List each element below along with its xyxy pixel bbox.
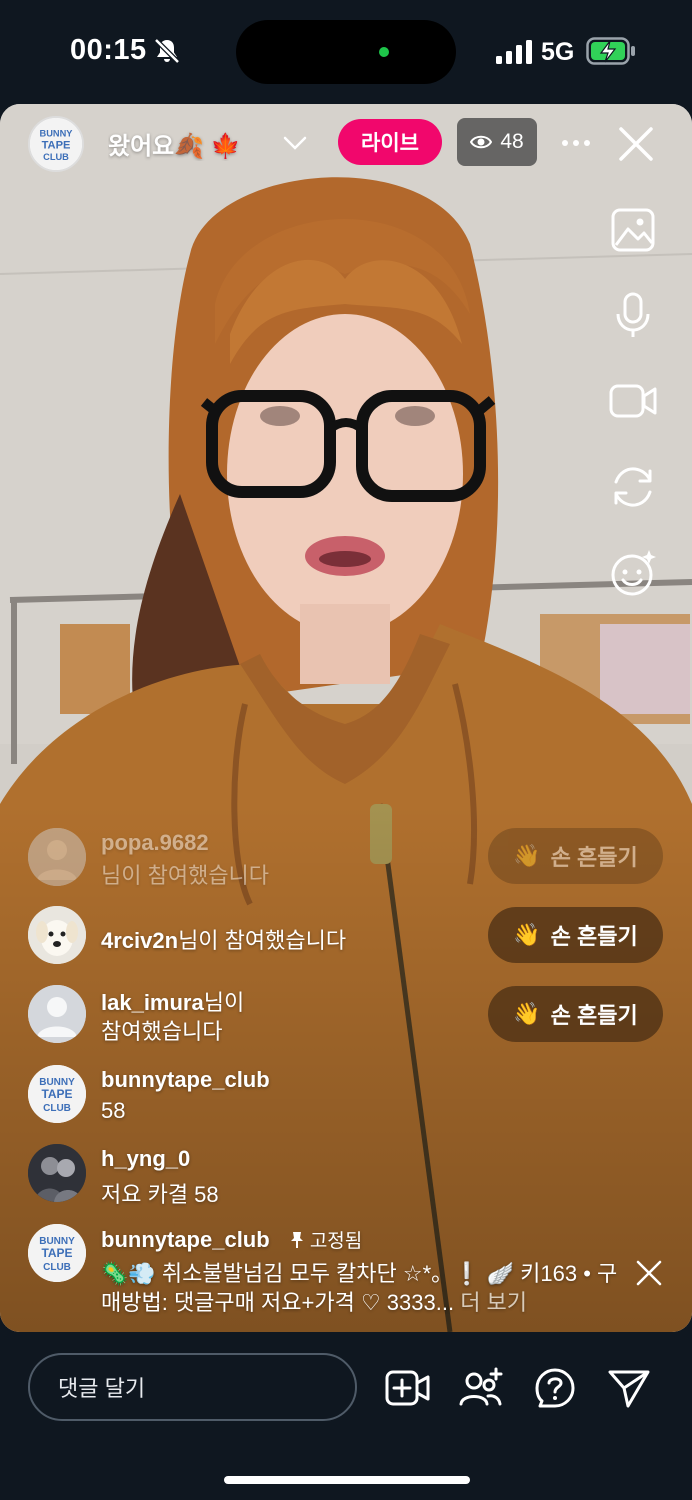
battery-charging-icon [586, 37, 635, 65]
comment-text: 🦠💨 취소불발넘김 모두 칼차단 ☆*。❕ 🪽 키163 • 구 [101, 1261, 618, 1286]
pin-icon [290, 1232, 303, 1248]
home-indicator[interactable] [224, 1476, 470, 1484]
close-icon[interactable] [616, 124, 656, 164]
comment-item: BUNNY TAPE CLUB bunnytape_club 58 [28, 1065, 498, 1125]
comment-username: bunnytape_club 고정됨 [101, 1226, 362, 1253]
dynamic-island [236, 20, 456, 84]
share-send-icon[interactable] [606, 1366, 652, 1410]
comment-username-text[interactable]: lak_imura [101, 990, 204, 1015]
comment-input-placeholder: 댓글 달기 [58, 1376, 146, 1401]
comment-username[interactable]: h_yng_0 [101, 1146, 190, 1172]
comment-username: 4rciv2n님이 참여했습니다 [101, 923, 346, 955]
comment-input[interactable]: 댓글 달기 [28, 1353, 357, 1421]
video-camera-icon[interactable] [608, 376, 658, 426]
bunny-tape-club-logo: BUNNY TAPE CLUB [30, 118, 82, 170]
comment-username: lak_imura님이 [101, 985, 244, 1017]
flip-camera-icon[interactable] [608, 462, 658, 512]
wave-button[interactable]: 👋 손 흔들기 [488, 828, 663, 884]
wave-button[interactable]: 👋 손 흔들기 [488, 986, 663, 1042]
wave-button-label: 손 흔들기 [550, 1003, 638, 1028]
comment-item: lak_imura님이 참여했습니다 [28, 985, 498, 1045]
pinned-tag: 고정됨 [284, 1231, 362, 1252]
more-options-icon[interactable] [560, 128, 592, 158]
avatar[interactable]: BUNNY TAPE CLUB [28, 1224, 86, 1282]
avatar[interactable]: BUNNY TAPE CLUB [28, 1065, 86, 1123]
avatar[interactable] [28, 906, 86, 964]
bell-muted-icon [154, 38, 180, 64]
gallery-icon[interactable] [608, 205, 658, 255]
comment-text: 님이 참여했습니다 [178, 928, 347, 953]
photo-avatar-icon [28, 1144, 86, 1202]
puppy-avatar-icon [28, 906, 86, 964]
default-avatar-icon [28, 985, 86, 1043]
comment-text-line2: 매방법: 댓글구매 저요+가격 ♡ 3333... 더 보기 [101, 1285, 527, 1317]
chevron-down-icon[interactable] [282, 134, 308, 152]
see-more-link[interactable]: 더 보기 [460, 1290, 527, 1315]
svg-text:CLUB: CLUB [43, 1103, 71, 1114]
svg-text:BUNNY: BUNNY [40, 129, 74, 139]
comment-text-line2: 참여했습니다 [101, 1019, 223, 1044]
comment-text: 저요 카결 58 [101, 1182, 219, 1207]
viewer-count-badge[interactable]: 48 [457, 118, 537, 166]
wave-hand-icon: 👋 [513, 922, 541, 947]
eye-icon [470, 135, 493, 149]
comment-username-text[interactable]: 4rciv2n [101, 928, 178, 953]
comment-text: 님이 참여했습니다 [101, 863, 270, 888]
wave-hand-icon: 👋 [513, 843, 541, 868]
svg-text:CLUB: CLUB [43, 152, 69, 162]
comment-username[interactable]: popa.9682 [101, 830, 209, 856]
bunny-tape-club-logo: BUNNYTAPECLUB [28, 1065, 86, 1123]
wave-hand-icon: 👋 [513, 1001, 541, 1026]
cellular-signal-icon [496, 40, 532, 64]
comment-username-text[interactable]: bunnytape_club [101, 1227, 270, 1252]
status-time: 00:15 [70, 34, 147, 66]
wave-button-label: 손 흔들기 [550, 845, 638, 870]
comment-text: 58 [101, 1098, 126, 1123]
default-avatar-icon [28, 828, 86, 886]
avatar[interactable] [28, 1144, 86, 1202]
microphone-icon[interactable] [608, 290, 658, 340]
svg-text:TAPE: TAPE [42, 140, 71, 152]
pinned-label: 고정됨 [309, 1231, 363, 1252]
comment-item: 4rciv2n님이 참여했습니다 [28, 906, 498, 964]
wave-button-label: 손 흔들기 [550, 924, 638, 949]
network-label: 5G [541, 38, 575, 66]
host-avatar[interactable]: BUNNY TAPE CLUB [28, 116, 84, 172]
comment-username[interactable]: bunnytape_club [101, 1067, 270, 1093]
svg-text:TAPE: TAPE [41, 1087, 72, 1101]
live-badge: 라이브 [338, 119, 442, 165]
comment-text-line2-text: 매방법: 댓글구매 저요+가격 ♡ 3333... [101, 1290, 455, 1315]
avatar[interactable] [28, 985, 86, 1043]
comment-text: 님이 [203, 990, 245, 1015]
face-effects-icon[interactable] [608, 548, 658, 598]
status-bar: 00:15 5G [0, 0, 692, 104]
camera-indicator-icon [379, 47, 389, 57]
comment-item: popa.9682 님이 참여했습니다 [28, 828, 498, 888]
avatar[interactable] [28, 828, 86, 886]
wave-button[interactable]: 👋 손 흔들기 [488, 907, 663, 963]
live-title[interactable]: 왔어요🍂 🍁 [108, 126, 276, 161]
close-pinned-icon[interactable] [634, 1258, 664, 1288]
viewer-count: 48 [500, 130, 524, 153]
invite-guest-icon[interactable] [458, 1366, 504, 1410]
comment-item: h_yng_0 저요 카결 58 [28, 1144, 498, 1207]
svg-text:TAPE: TAPE [41, 1246, 72, 1260]
question-icon[interactable] [532, 1366, 578, 1410]
bunny-tape-club-logo: BUNNYTAPECLUB [28, 1224, 86, 1282]
svg-text:CLUB: CLUB [43, 1262, 71, 1273]
pinned-comment: BUNNY TAPE CLUB bunnytape_club 고정됨 🦠💨 취소불발… [28, 1224, 628, 1317]
add-video-icon[interactable] [384, 1366, 430, 1410]
